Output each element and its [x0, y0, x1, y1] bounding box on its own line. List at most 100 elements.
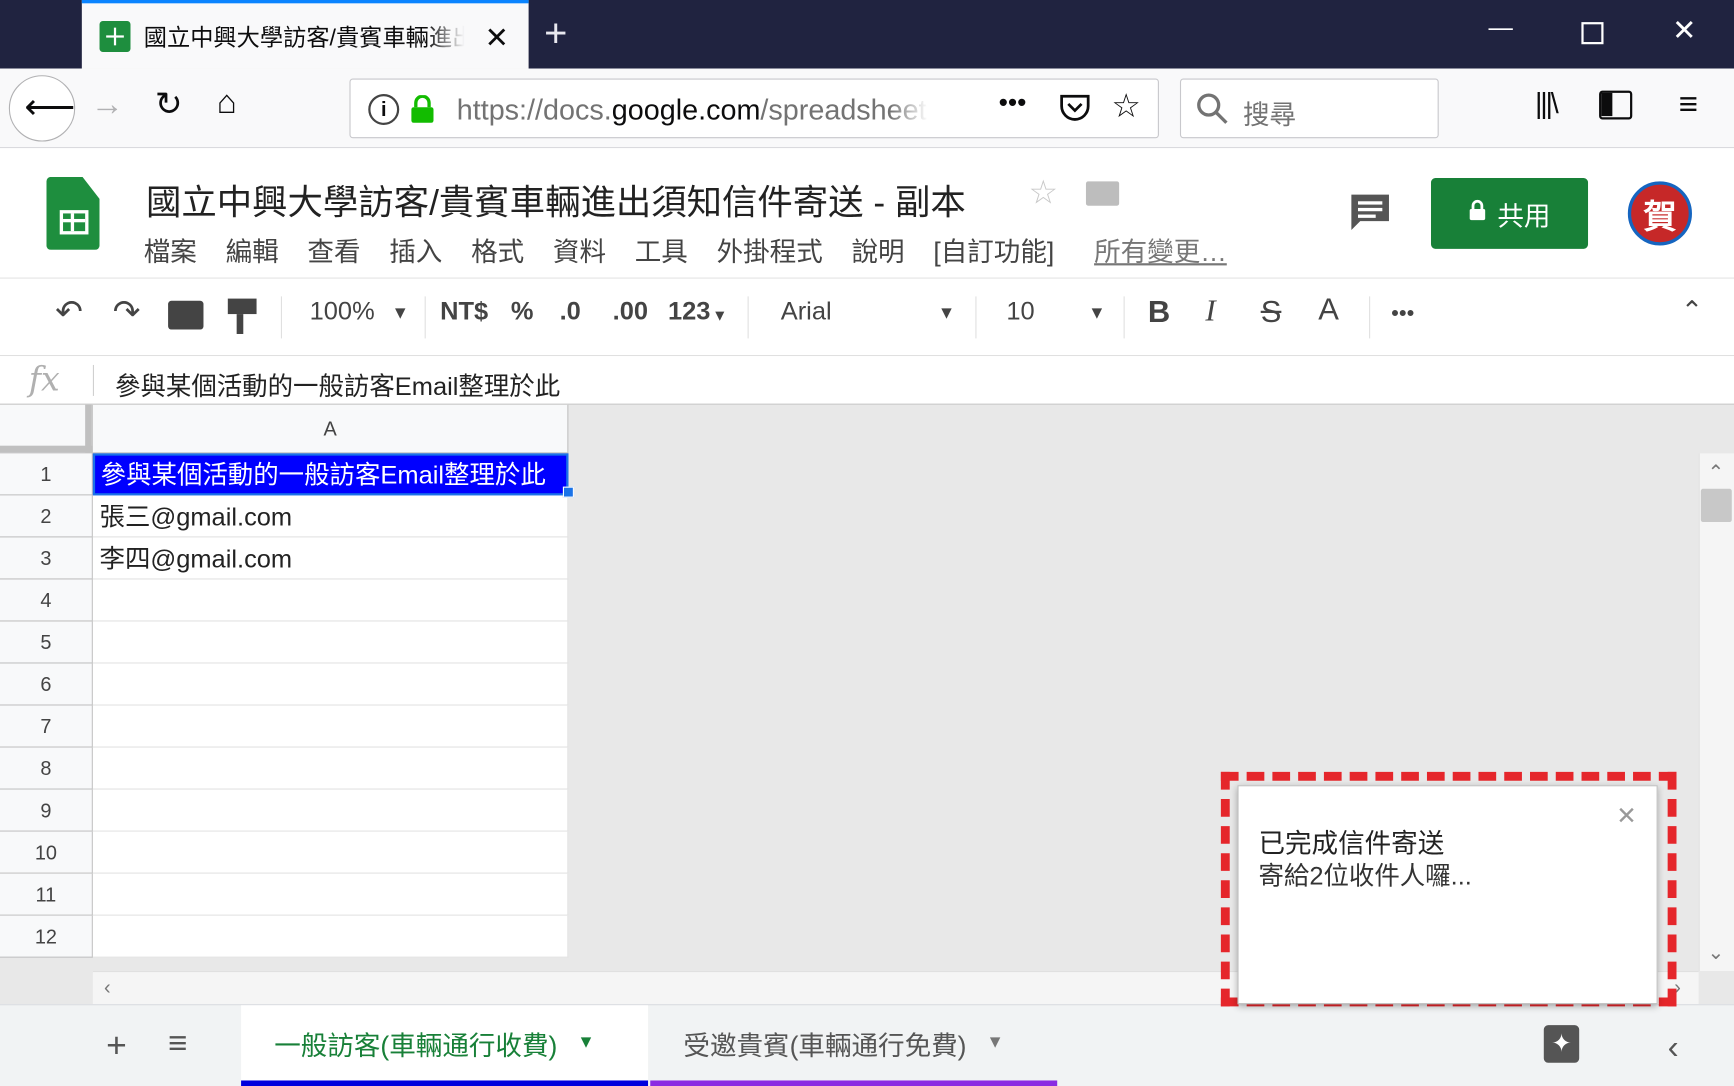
menu-help[interactable]: 說明 — [852, 230, 905, 269]
page-actions-icon[interactable]: ••• — [999, 90, 1027, 118]
decrease-decimal-button[interactable]: .0 — [560, 298, 581, 324]
menu-format[interactable]: 格式 — [471, 230, 524, 269]
redo-icon[interactable]: ↷ — [113, 296, 141, 329]
tab-close-icon[interactable]: ✕ — [485, 23, 509, 52]
row-header[interactable]: 1 — [0, 453, 93, 496]
row-header[interactable]: 12 — [0, 915, 93, 958]
font-size-select[interactable]: 10 — [1006, 298, 1034, 324]
row-header[interactable]: 10 — [0, 831, 93, 874]
fill-handle[interactable] — [562, 486, 574, 498]
bookmark-star-icon[interactable]: ☆ — [1111, 90, 1141, 124]
row-header[interactable]: 9 — [0, 789, 93, 832]
select-all-corner[interactable] — [0, 404, 93, 454]
all-sheets-icon[interactable]: ≡ — [168, 1027, 187, 1060]
scroll-up-icon[interactable]: ⌃ — [1707, 462, 1724, 482]
window-minimize-icon[interactable]: — — [1489, 15, 1513, 39]
vertical-scroll-thumb[interactable] — [1700, 488, 1732, 522]
more-formats-button[interactable]: 123 — [668, 298, 710, 324]
explore-icon[interactable]: ✦ — [1543, 1025, 1580, 1063]
window-close-icon[interactable]: ✕ — [1672, 15, 1696, 44]
menu-file[interactable]: 檔案 — [144, 230, 197, 269]
library-icon[interactable]: |||\ — [1535, 88, 1559, 117]
window-maximize-icon[interactable] — [1581, 22, 1604, 45]
collapse-toolbar-icon[interactable]: ⌃ — [1681, 298, 1703, 326]
row-header[interactable]: 2 — [0, 495, 93, 538]
hamburger-menu-icon[interactable]: ≡ — [1679, 88, 1698, 121]
strikethrough-button[interactable]: S — [1261, 296, 1282, 327]
font-dropdown-icon[interactable]: ▼ — [938, 305, 956, 323]
sheet-tab-general-visitors[interactable]: 一般訪客(車輛通行收費) ▼ — [241, 1005, 649, 1086]
share-button[interactable]: 共用 — [1430, 178, 1589, 249]
browser-tab[interactable]: 國立中興大學訪客/貴賓車輛進出須知信件寄送 - 副本 ✕ — [81, 0, 529, 69]
secure-lock-icon[interactable] — [410, 94, 434, 123]
text-color-button[interactable]: A — [1318, 294, 1339, 325]
cell-a9[interactable] — [92, 789, 569, 832]
comments-icon[interactable] — [1349, 192, 1391, 238]
row-header[interactable]: 11 — [0, 873, 93, 916]
doc-title[interactable]: 國立中興大學訪客/貴賓車輛進出須知信件寄送 - 副本 — [146, 175, 966, 226]
row-header[interactable]: 5 — [0, 621, 93, 664]
formats-dropdown-icon[interactable]: ▼ — [712, 307, 727, 322]
font-size-dropdown-icon[interactable]: ▼ — [1088, 305, 1106, 323]
cell-a7[interactable] — [92, 705, 569, 748]
cell-a5[interactable] — [92, 621, 569, 664]
cell-a3[interactable]: 李四@gmail.com — [92, 537, 569, 580]
formula-input[interactable]: 參與某個活動的一般訪客Email整理於此 — [115, 365, 560, 403]
row-header[interactable]: 8 — [0, 747, 93, 790]
search-bar[interactable]: 搜尋 — [1179, 78, 1439, 139]
sheet-tab-dropdown-icon[interactable]: ▼ — [577, 1033, 595, 1053]
info-icon[interactable]: i — [368, 94, 400, 125]
cell-a1[interactable]: 參與某個活動的一般訪客Email整理於此 — [92, 453, 569, 496]
cell-a10[interactable] — [92, 831, 569, 874]
zoom-select[interactable]: 100% — [310, 298, 375, 324]
sheets-logo-icon[interactable] — [46, 176, 100, 250]
star-doc-icon[interactable]: ☆ — [1028, 176, 1058, 210]
bold-button[interactable]: B — [1148, 296, 1170, 327]
scroll-down-icon[interactable]: ⌄ — [1707, 942, 1724, 962]
cell-a2[interactable]: 張三@gmail.com — [92, 495, 569, 538]
cell-a11[interactable] — [92, 873, 569, 916]
sheet-tab-dropdown-icon[interactable]: ▼ — [986, 1033, 1004, 1053]
reload-icon[interactable]: ↻ — [155, 88, 183, 121]
row-header[interactable]: 3 — [0, 537, 93, 580]
vertical-scrollbar[interactable] — [1698, 453, 1734, 971]
move-folder-icon[interactable] — [1085, 181, 1120, 206]
url-text[interactable]: https://docs.google.com/spreadsheets — [457, 93, 928, 127]
zoom-dropdown-icon[interactable]: ▼ — [391, 305, 409, 323]
cell-a8[interactable] — [92, 747, 569, 790]
column-header-a[interactable]: A — [92, 404, 569, 454]
italic-button[interactable]: I — [1205, 296, 1215, 327]
percent-format-button[interactable]: % — [511, 298, 534, 324]
more-tools-button[interactable]: ••• — [1391, 303, 1414, 325]
paint-format-icon[interactable] — [227, 298, 257, 334]
collapse-side-panel-icon[interactable]: ‹ — [1668, 1031, 1679, 1065]
sheet-tab-vip-guests[interactable]: 受邀貴賓(車輛通行免費) ▼ — [650, 1005, 1058, 1086]
toast-close-icon[interactable]: ✕ — [1616, 802, 1636, 831]
cell-a12[interactable] — [92, 915, 569, 958]
increase-decimal-button[interactable]: .00 — [613, 298, 648, 324]
new-tab-plus-icon[interactable]: + — [544, 13, 567, 53]
pocket-icon[interactable] — [1058, 93, 1091, 131]
font-family-select[interactable]: Arial — [781, 298, 832, 324]
undo-icon[interactable]: ↶ — [55, 296, 83, 329]
cell-a4[interactable] — [92, 579, 569, 622]
forward-arrow-icon[interactable]: → — [91, 88, 124, 121]
last-edit-link[interactable]: 所有變更… — [1094, 230, 1227, 269]
menu-view[interactable]: 查看 — [307, 230, 360, 269]
menu-insert[interactable]: 插入 — [389, 230, 442, 269]
back-button[interactable]: ⟵ — [8, 75, 76, 142]
add-sheet-icon[interactable]: + — [106, 1027, 127, 1062]
menu-custom[interactable]: [自訂功能] — [933, 230, 1054, 269]
home-icon[interactable]: ⌂ — [217, 86, 237, 119]
currency-format-button[interactable]: NT$ — [440, 298, 488, 324]
row-header[interactable]: 4 — [0, 579, 93, 622]
cell-a6[interactable] — [92, 663, 569, 706]
url-bar[interactable]: i https://docs.google.com/spreadsheets •… — [349, 78, 1159, 139]
menu-edit[interactable]: 編輯 — [226, 230, 279, 269]
menu-addons[interactable]: 外掛程式 — [717, 230, 823, 269]
menu-tools[interactable]: 工具 — [635, 230, 688, 269]
scroll-left-icon[interactable]: ‹ — [104, 978, 111, 998]
print-icon[interactable] — [168, 300, 204, 330]
avatar[interactable]: 賀 — [1627, 181, 1692, 246]
menu-data[interactable]: 資料 — [553, 230, 606, 269]
